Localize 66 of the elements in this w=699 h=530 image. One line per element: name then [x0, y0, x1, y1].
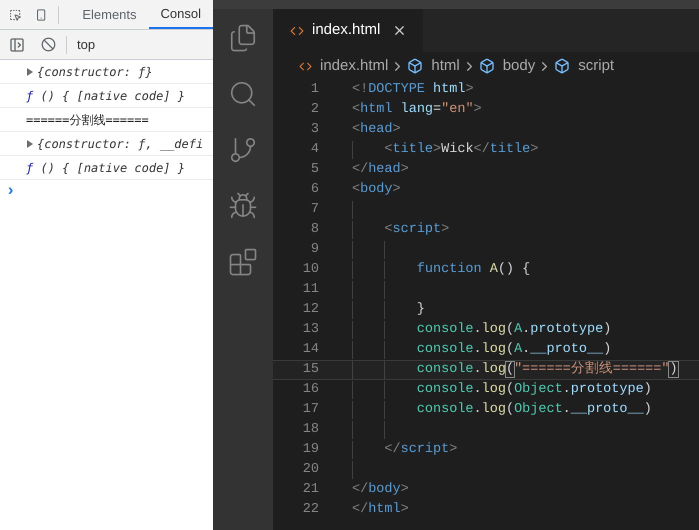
- code-line: </body>: [352, 480, 409, 499]
- console-message: {constructor: ƒ}: [37, 64, 153, 80]
- line-number: 4: [310, 140, 319, 159]
- console-message: {constructor: ƒ, __defi: [37, 136, 204, 152]
- breadcrumb-item[interactable]: body: [502, 54, 536, 78]
- code-line: <html lang="en">: [352, 100, 482, 119]
- context-selector[interactable]: top: [77, 34, 96, 54]
- line-number: 8: [310, 220, 319, 239]
- breadcrumb-item[interactable]: html: [431, 54, 460, 78]
- html-file-icon: [299, 60, 312, 72]
- code-line: console.log(Object.prototype): [416, 380, 652, 399]
- editor-tab[interactable]: index.html: [273, 9, 423, 52]
- code-line: console.log(Object.__proto__): [416, 400, 652, 419]
- line-number: 6: [310, 180, 319, 199]
- bug-icon[interactable]: [228, 191, 258, 221]
- code-line: }: [416, 300, 425, 319]
- line-number: 21: [302, 480, 319, 499]
- line-number: 5: [310, 160, 319, 179]
- line-number: 2: [310, 100, 319, 119]
- code-line: <title>Wick</title>: [383, 140, 538, 159]
- line-number: 7: [310, 200, 319, 219]
- device-icon[interactable]: [35, 6, 48, 22]
- cube-icon: [407, 58, 424, 74]
- cube-icon: [478, 58, 495, 74]
- line-number: 17: [302, 400, 319, 419]
- extensions-icon[interactable]: [228, 247, 258, 277]
- line-number: 1: [310, 80, 319, 99]
- files-icon[interactable]: [228, 23, 258, 53]
- code-line: function A() {: [416, 260, 530, 279]
- code-line: console.log("======分割线======"): [416, 360, 678, 379]
- line-number: 20: [302, 460, 319, 479]
- code-line: console.log(A.prototype): [416, 320, 612, 339]
- clear-console-icon[interactable]: [41, 37, 56, 52]
- breadcrumb-item[interactable]: script: [578, 54, 614, 78]
- code-line: </script>: [383, 440, 458, 459]
- line-number: 22: [302, 500, 319, 519]
- breadcrumb-item[interactable]: index.html: [320, 54, 388, 78]
- line-number: 19: [302, 440, 319, 459]
- console-message: ƒ () { [native code] }: [26, 88, 185, 104]
- code-line: <script>: [383, 220, 450, 239]
- code-line: </head>: [352, 160, 409, 179]
- line-number: 9: [310, 240, 319, 259]
- line-number: 13: [302, 320, 319, 339]
- code-line: <body>: [352, 180, 401, 199]
- expand-triangle-icon[interactable]: [26, 140, 34, 148]
- branch-icon[interactable]: [228, 135, 258, 165]
- line-number: 11: [302, 280, 319, 299]
- line-number: 3: [310, 120, 319, 139]
- sidebar-toggle-icon[interactable]: [9, 36, 25, 52]
- line-number: 10: [302, 260, 319, 279]
- console-message: ======分割线======: [26, 112, 149, 128]
- code-line: <!DOCTYPE html>: [352, 80, 474, 99]
- code-line: <head>: [352, 120, 401, 139]
- line-number: 12: [302, 300, 319, 319]
- code-line: </html>: [352, 500, 409, 519]
- devtools-tab[interactable]: Elements: [70, 0, 149, 29]
- line-number: 18: [302, 420, 319, 439]
- cube-icon: [554, 58, 570, 74]
- line-number: 14: [302, 340, 319, 359]
- console-prompt[interactable]: ›: [8, 179, 14, 203]
- expand-triangle-icon[interactable]: [26, 68, 34, 76]
- console-message: ƒ () { [native code] }: [26, 160, 185, 176]
- line-number: 16: [302, 380, 319, 399]
- code-line: console.log(A.__proto__): [416, 340, 612, 359]
- search-icon[interactable]: [228, 79, 258, 109]
- line-number: 15: [302, 360, 319, 379]
